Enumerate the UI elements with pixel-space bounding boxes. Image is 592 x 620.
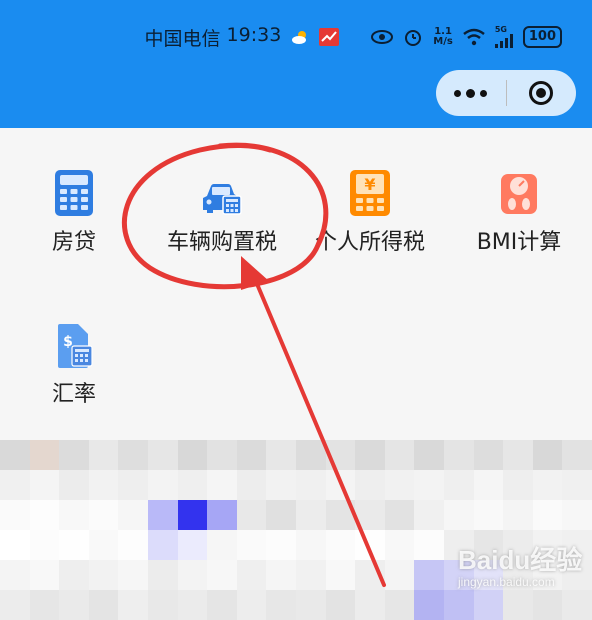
network-speed: 1.1 M/s: [433, 26, 453, 47]
target-circle-icon: [529, 81, 554, 105]
annotation-arrow-head: [241, 256, 269, 290]
eye-icon: [371, 29, 394, 45]
tool-label: 个人所得税: [314, 230, 425, 255]
status-bar: 中国电信 19:33 1.1 M/s 5G 100: [145, 22, 562, 52]
baidu-jingyan-watermark: Baidu经验 jingyan.baidu.com: [458, 540, 582, 589]
scale-icon: [499, 164, 539, 216]
watermark-brand: Baidu经验: [458, 545, 583, 575]
tool-label: 房贷: [51, 230, 96, 255]
tool-income-tax[interactable]: ¥ 个人所得税: [308, 164, 432, 256]
more-button[interactable]: [436, 70, 506, 116]
currency-document-icon: $: [54, 316, 94, 368]
clock-time: 19:33: [226, 23, 282, 46]
yen-calculator-icon: ¥: [350, 164, 390, 216]
alarm-icon: [403, 27, 423, 47]
stock-app-icon: [319, 28, 340, 46]
weather-icon: [291, 29, 309, 45]
carrier-name: 中国电信: [144, 27, 221, 50]
tool-label: 车辆购置税: [166, 230, 277, 255]
tool-label: BMI计算: [476, 230, 562, 255]
close-miniprogram-button[interactable]: [507, 70, 577, 116]
miniprogram-capsule: [436, 70, 576, 116]
svg-text:$: $: [63, 334, 73, 350]
tool-vehicle-purchase-tax[interactable]: 车辆购置税: [160, 164, 284, 256]
battery-indicator: 100: [522, 26, 562, 48]
signal-icon: 5G: [494, 26, 513, 48]
more-dots-icon: [454, 88, 488, 98]
watermark-url: jingyan.baidu.com: [458, 575, 555, 589]
wifi-icon: [463, 28, 485, 46]
tool-mortgage[interactable]: 房贷: [48, 164, 100, 256]
tool-bmi[interactable]: BMI计算: [472, 164, 566, 256]
tool-exchange-rate[interactable]: $ 汇率: [48, 316, 100, 408]
tool-label: 汇率: [51, 382, 96, 407]
svg-text:¥: ¥: [364, 175, 375, 194]
car-calculator-icon: [201, 164, 243, 216]
calculator-icon: [55, 164, 93, 216]
